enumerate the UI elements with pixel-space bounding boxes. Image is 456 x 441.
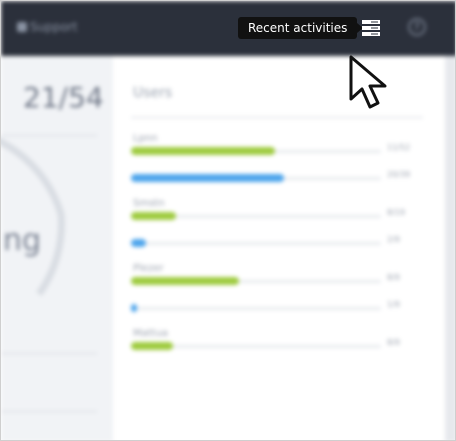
support-icon <box>17 22 27 32</box>
bar-value: 1/9 <box>387 300 400 309</box>
app-window: Support ? 21/54 ng Users Lpnn 11/52 20/39 S… <box>0 0 456 441</box>
blurred-dashboard: Support ? 21/54 ng Users Lpnn 11/52 20/39 S… <box>1 1 455 440</box>
bar-value: 20/39 <box>387 170 411 179</box>
bar-track <box>131 307 381 310</box>
progress-bar <box>131 212 176 220</box>
bar-value: 8/9 <box>387 273 400 282</box>
bar-label: Plezer <box>133 263 164 274</box>
progress-bar <box>131 304 137 312</box>
bar-label: Smstn <box>133 198 165 209</box>
section-title: Users <box>133 85 173 101</box>
progress-bar <box>131 174 284 182</box>
progress-bar <box>131 147 275 155</box>
gauge-ring <box>1 138 65 297</box>
tooltip-text: Recent activities <box>248 21 348 35</box>
gauge-text: ng <box>3 223 42 258</box>
bar-value: 2/9 <box>387 235 400 244</box>
recent-activities-tooltip: Recent activities <box>238 17 364 39</box>
bar-value: 11/52 <box>387 143 411 152</box>
brand-label: Support <box>30 20 78 34</box>
divider <box>131 117 423 118</box>
progress-bar <box>131 342 173 350</box>
brand-link[interactable]: Support <box>17 20 77 34</box>
divider <box>1 411 97 412</box>
bar-label: Mattua <box>133 328 169 339</box>
bar-value: 8/19 <box>387 208 405 217</box>
progress-bar <box>131 277 239 285</box>
users-panel <box>113 56 451 440</box>
top-bar: Support ? <box>1 1 455 56</box>
list-icon <box>362 20 380 36</box>
bar-track <box>131 242 381 245</box>
metric-value: 21/54 <box>23 81 104 114</box>
bar-label: Lpnn <box>133 133 158 144</box>
progress-bar <box>131 239 146 247</box>
scrollbar[interactable] <box>445 56 455 440</box>
help-icon[interactable]: ? <box>408 18 426 36</box>
recent-activities-button[interactable] <box>358 15 384 41</box>
divider <box>1 353 97 354</box>
bar-value: 8/9 <box>387 338 400 347</box>
